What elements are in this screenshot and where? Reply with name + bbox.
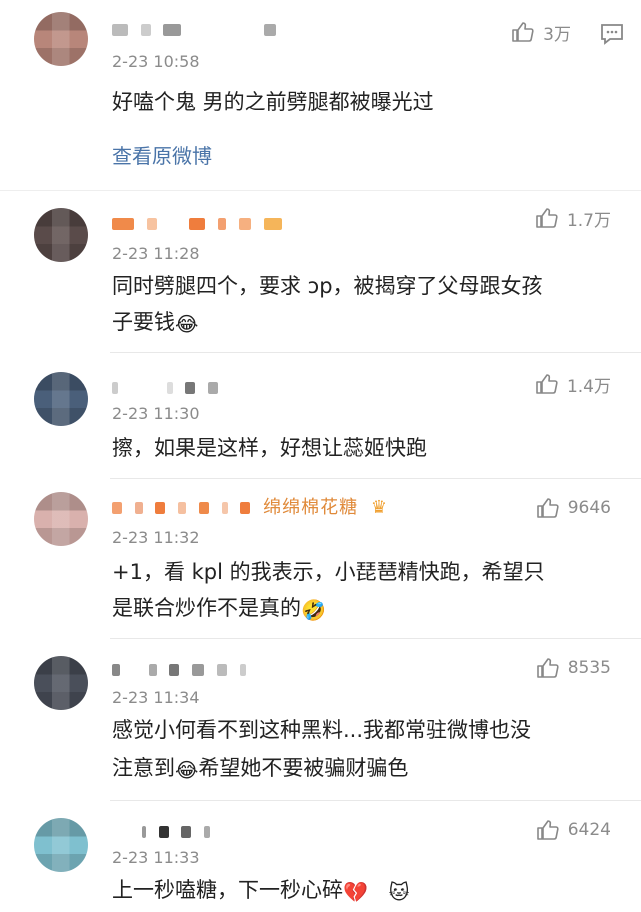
- like-count: 8535: [567, 658, 611, 678]
- thumb-up-icon: [536, 498, 559, 518]
- like-count: 6424: [567, 820, 611, 840]
- timestamp: 2-23 10:58: [112, 52, 200, 71]
- comment-text-line-1: 感觉小何看不到这种黑料...我都常驻微博也没: [112, 718, 532, 742]
- username-blurred[interactable]: [112, 18, 282, 42]
- comment-text-line-2: 是联合炒作不是真的🤣: [112, 590, 612, 628]
- timestamp: 2-23 11:33: [112, 848, 200, 867]
- thumb-up-icon: [536, 658, 559, 678]
- cat-emoji-icon: 🐱: [388, 880, 410, 904]
- comment-text-line-1: +1，看 kpl 的我表示，小琵琶精快跑，希望只: [112, 560, 545, 584]
- comment-text: 上一秒嗑糖，下一秒心碎💔 🐱: [112, 872, 612, 910]
- username-suffix: 绵绵棉花糖: [263, 497, 359, 518]
- thumb-up-icon: [536, 374, 558, 394]
- thumb-up-icon: [536, 820, 559, 840]
- timestamp: 2-23 11:30: [112, 404, 200, 423]
- broken-heart-emoji-icon: 💔: [343, 880, 368, 904]
- like-button[interactable]: 9646: [536, 496, 611, 520]
- like-button[interactable]: 8535: [536, 656, 611, 680]
- comment-text: 擦，如果是这样，好想让蕊姬快跑: [112, 436, 427, 460]
- like-button[interactable]: 6424: [536, 818, 611, 842]
- username-blurred[interactable]: [112, 212, 288, 236]
- like-button[interactable]: 3万: [511, 20, 571, 45]
- timestamp: 2-23 11:28: [112, 244, 200, 263]
- comment-feed: 3万 2-23 10:58 好嗑个鬼 男的之前劈腿都被曝光过 查看原微博 1.7…: [0, 0, 641, 912]
- timestamp: 2-23 11:32: [112, 528, 200, 547]
- comment-bubble-icon[interactable]: [599, 22, 625, 46]
- comment-text: 好嗑个鬼 男的之前劈腿都被曝光过: [112, 90, 434, 114]
- view-original-link[interactable]: 查看原微博: [112, 140, 212, 169]
- username-blurred[interactable]: [112, 376, 224, 400]
- thumb-up-icon: [536, 208, 558, 228]
- like-button[interactable]: 1.4万: [535, 372, 611, 397]
- like-button[interactable]: 1.7万: [535, 206, 611, 231]
- like-count: 3万: [543, 24, 571, 45]
- crown-badge-icon: ♛: [370, 497, 389, 518]
- avatar[interactable]: [34, 12, 88, 66]
- avatar[interactable]: [34, 656, 88, 710]
- timestamp: 2-23 11:34: [112, 688, 200, 707]
- comment-text-line-2: 注意到😂希望她不要被骗财骗色: [112, 750, 612, 788]
- like-count: 1.4万: [566, 376, 611, 397]
- avatar[interactable]: [34, 372, 88, 426]
- laughing-emoji-icon: 😂: [175, 758, 199, 782]
- laughing-emoji-icon: 😂: [175, 312, 199, 336]
- comment-text-line-2: 子要钱😂: [112, 304, 612, 342]
- username-blurred[interactable]: [112, 820, 216, 844]
- avatar[interactable]: [34, 818, 88, 872]
- avatar[interactable]: [34, 208, 88, 262]
- thumb-up-icon: [512, 22, 534, 42]
- avatar[interactable]: [34, 492, 88, 546]
- comment-text-line-1: 同时劈腿四个，要求 ɔp，被揭穿了父母跟女孩: [112, 274, 543, 298]
- comment-card-1: 3万 2-23 10:58 好嗑个鬼 男的之前劈腿都被曝光过 查看原微博: [0, 0, 641, 190]
- like-count: 9646: [567, 498, 611, 518]
- username-blurred[interactable]: [112, 658, 252, 682]
- like-count: 1.7万: [566, 210, 611, 231]
- username[interactable]: 绵绵棉花糖 ♛: [112, 496, 388, 520]
- rofl-emoji-icon: 🤣: [301, 598, 326, 622]
